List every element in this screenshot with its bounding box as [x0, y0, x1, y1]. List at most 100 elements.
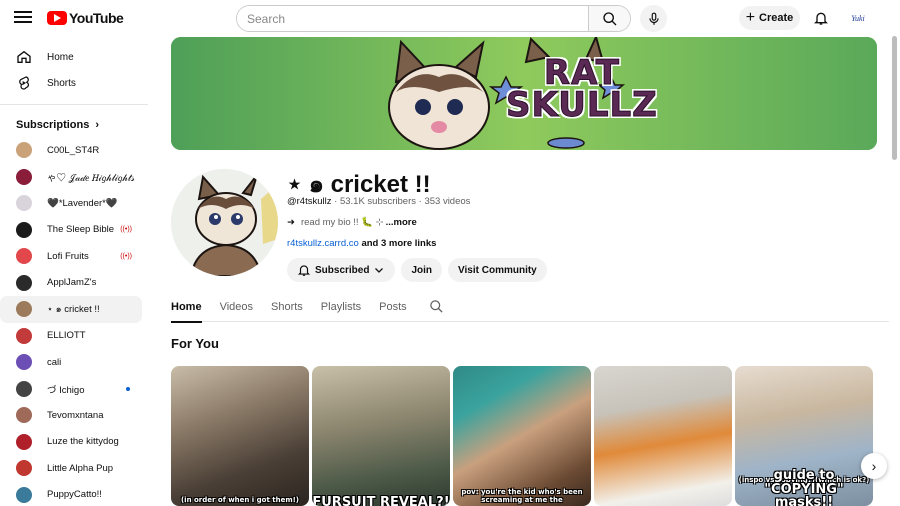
search-icon	[602, 11, 616, 25]
subscription-item[interactable]: PuppyCatto!!	[0, 482, 142, 506]
account-avatar[interactable]: Yuki	[846, 7, 870, 29]
video-count: 353 videos	[424, 196, 471, 207]
channel-avatar-icon	[16, 407, 32, 424]
subscription-item[interactable]: ApplJamZ's	[0, 270, 142, 297]
subscription-name: Lofi Fruits	[47, 250, 89, 262]
tab-playlists[interactable]: Playlists	[321, 292, 361, 322]
subscription-item[interactable]: ゃ♡ 𝒥𝒶𝒹𝑒 𝐻𝒾𝑔𝒽𝓁𝒾𝑔𝒽𝓉𝓈	[0, 164, 142, 191]
sidebar-item-label: Home	[47, 51, 74, 63]
subscription-item[interactable]: 🖤*Lavender*🖤	[0, 190, 142, 217]
subscription-item[interactable]: ⋆ ๑ cricket !!	[0, 296, 142, 323]
create-button[interactable]: + Create	[739, 6, 800, 30]
section-title: For You	[171, 336, 219, 351]
banner-line-2: SKULLZ	[506, 85, 658, 126]
subscription-item[interactable]: Luze the kittydog	[0, 429, 142, 456]
tab-home[interactable]: Home	[171, 292, 202, 323]
search-icon	[429, 300, 443, 313]
subscription-name: ELLIOTT	[47, 330, 86, 342]
search-bar	[236, 5, 631, 32]
subscription-name: Luze the kittydog	[47, 436, 119, 448]
subscription-name: Little Alpha Pup	[47, 462, 114, 474]
search-input[interactable]	[237, 6, 588, 31]
short-thumbnail[interactable]: (in order of when i got them!)	[171, 366, 309, 506]
channel-avatar-icon	[16, 486, 32, 503]
channel-avatar-icon	[16, 248, 32, 265]
channel-avatar-icon	[16, 354, 32, 371]
bio-more-link[interactable]: ...more	[386, 217, 417, 228]
bell-icon	[814, 12, 828, 25]
short-thumbnail[interactable]: pov: you're the kid who's been screaming…	[453, 366, 591, 506]
short-thumbnail[interactable]: FURSUIT REVEAL?!	[312, 366, 450, 506]
menu-icon[interactable]	[12, 8, 34, 28]
shorts-shelf: (in order of when i got them!) FURSUIT RE…	[171, 366, 873, 506]
youtube-play-icon	[47, 11, 67, 25]
channel-search-button[interactable]	[429, 299, 445, 315]
channel-avatar[interactable]	[171, 169, 278, 276]
subscriptions-heading[interactable]: Subscriptions ›	[0, 113, 150, 137]
tab-videos[interactable]: Videos	[220, 292, 253, 322]
home-icon	[16, 49, 32, 65]
channel-avatar-icon	[16, 221, 32, 238]
chevron-right-icon: ›	[871, 458, 877, 474]
channel-avatar-icon	[16, 195, 32, 212]
subscription-item[interactable]: ELLIOTT	[0, 323, 142, 350]
subscription-item[interactable]: づ Ichigo	[0, 376, 142, 403]
microphone-icon	[648, 12, 659, 25]
subscription-item[interactable]: The Sleep Bible ((•))	[0, 217, 142, 244]
more-links-button[interactable]: and 3 more links	[361, 238, 436, 249]
join-button[interactable]: Join	[401, 258, 443, 282]
channel-meta: @r4tskullz · 53.1K subscribers · 353 vid…	[287, 196, 471, 207]
subscription-item[interactable]: Lofi Fruits ((•))	[0, 243, 142, 270]
short-thumbnail[interactable]: (inspo vs copying?)(which is ok?) guide t…	[735, 366, 873, 506]
subscriptions-list: C00L_ST4R ゃ♡ 𝒥𝒶𝒹𝑒 𝐻𝒾𝑔𝒽𝓁𝒾𝑔𝒽𝓉𝓈 🖤*Lavender*🖤 T…	[0, 137, 150, 506]
banner-title: RAT SKULLZ	[506, 55, 658, 126]
channel-description[interactable]: ➜ read my bio !! 🐛 ⊹ ...more	[287, 217, 417, 228]
subscription-name: PuppyCatto!!	[47, 489, 102, 501]
visit-community-button[interactable]: Visit Community	[448, 258, 547, 282]
subscribed-button[interactable]: Subscribed	[287, 258, 396, 282]
channel-avatar-icon	[16, 301, 32, 318]
subscription-name: cali	[47, 356, 62, 368]
scrollbar[interactable]	[892, 36, 897, 160]
tab-shorts[interactable]: Shorts	[271, 292, 303, 322]
short-caption: pov: you're the kid who's been screaming…	[461, 488, 583, 504]
channel-avatar-icon	[16, 327, 32, 344]
avatar-art	[171, 169, 278, 276]
channel-banner: RAT SKULLZ	[171, 37, 877, 150]
sidebar-divider	[0, 104, 148, 105]
channel-links: r4tskullz.carrd.co and 3 more links	[287, 238, 436, 249]
sidebar: Home Shorts Subscriptions › C00L_ST4R ゃ♡ …	[0, 44, 150, 506]
top-bar: YouTube + Create Yuki	[0, 0, 900, 36]
subscription-name: ApplJamZ's	[47, 277, 97, 289]
short-title-overlay: guide to "COPYING" masks!!	[764, 468, 844, 506]
shorts-icon	[16, 75, 32, 91]
broadcast-icon: ((•))	[120, 252, 132, 260]
search-button[interactable]	[588, 6, 630, 31]
youtube-logo[interactable]: YouTube	[47, 10, 124, 26]
sidebar-item-label: Shorts	[47, 77, 76, 89]
subscription-item[interactable]: Little Alpha Pup	[0, 455, 142, 482]
bell-icon	[297, 265, 311, 276]
subscribed-label: Subscribed	[315, 264, 370, 276]
next-arrow-button[interactable]: ›	[861, 453, 887, 479]
new-content-dot	[126, 386, 130, 391]
sidebar-item-shorts[interactable]: Shorts	[0, 70, 142, 96]
subscription-item[interactable]: C00L_ST4R	[0, 137, 142, 164]
subscription-name: づ Ichigo	[47, 384, 85, 396]
channel-avatar-icon	[16, 433, 32, 450]
logo-text: YouTube	[69, 10, 124, 26]
channel-avatar-icon	[16, 380, 32, 397]
subscriptions-title: Subscriptions	[16, 119, 90, 131]
channel-actions: Subscribed Join Visit Community	[287, 258, 547, 282]
broadcast-icon: ((•))	[120, 226, 132, 234]
tab-posts[interactable]: Posts	[379, 292, 407, 322]
subscription-item[interactable]: cali	[0, 349, 142, 376]
voice-search-button[interactable]	[640, 5, 667, 32]
channel-link[interactable]: r4tskullz.carrd.co	[287, 238, 359, 249]
subscription-name: C00L_ST4R	[47, 144, 100, 156]
short-thumbnail[interactable]	[594, 366, 732, 506]
notifications-button[interactable]	[810, 7, 832, 29]
subscription-item[interactable]: Tevomxntana	[0, 402, 142, 429]
join-label: Join	[411, 264, 433, 276]
sidebar-item-home[interactable]: Home	[0, 44, 142, 70]
